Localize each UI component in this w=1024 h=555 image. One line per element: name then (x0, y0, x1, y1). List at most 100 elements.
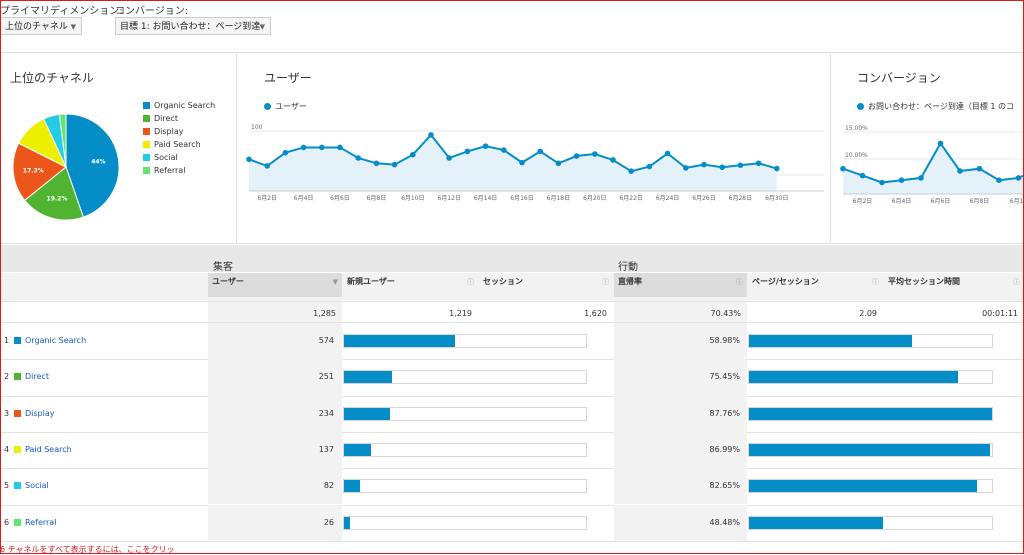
legend-label: Display (154, 127, 184, 136)
column-header[interactable]: 新規ユーザー ⓘ (343, 273, 478, 297)
data-point[interactable] (300, 144, 307, 151)
conversion-label: コンバージョン: (115, 6, 189, 17)
info-icon: ⓘ (872, 278, 879, 286)
users-bar (343, 406, 587, 421)
data-point[interactable] (264, 163, 270, 169)
data-point[interactable] (537, 148, 543, 155)
bounce-rate-value: 48.48% (709, 517, 740, 527)
info-icon: ⓘ (602, 278, 609, 286)
data-point[interactable] (501, 147, 507, 153)
legend-swatch (143, 115, 150, 122)
column-header-label: セッション (483, 277, 523, 286)
data-point[interactable] (319, 144, 325, 151)
pie-label: 17.3% (23, 168, 44, 175)
bounce-bar (748, 515, 993, 530)
row-number: 6 (4, 517, 10, 527)
data-point[interactable] (592, 151, 598, 157)
data-point[interactable] (373, 160, 380, 167)
data-point[interactable] (976, 165, 983, 172)
sort-desc-icon: ▼ (332, 278, 338, 286)
data-point[interactable] (840, 165, 846, 172)
legend-item: Social (143, 151, 215, 164)
channel-link[interactable]: Referral (25, 514, 56, 532)
column-header-label: 直帰率 (618, 277, 642, 286)
show-all-channels-link[interactable]: 6 チャネルをすべて表示するには、ここをクリッ (0, 544, 175, 555)
total-value: 1,219 (343, 302, 478, 322)
data-point[interactable] (937, 140, 944, 147)
x-tick-label: 6月12日 (437, 195, 460, 202)
x-tick-label: 6月8日 (970, 198, 990, 205)
data-point[interactable] (282, 149, 289, 156)
channel-link[interactable]: Paid Search (25, 441, 72, 459)
channel-dropdown[interactable]: 上位のチャネル ▼ (0, 17, 82, 35)
column-header[interactable]: 直帰率 ⓘ (614, 273, 747, 297)
chevron-down-icon: ▼ (259, 23, 265, 31)
channel-color-swatch (14, 445, 21, 453)
y-tick-label: 100 (251, 124, 263, 131)
data-point[interactable] (957, 168, 963, 174)
legend-dot-icon (264, 103, 271, 110)
data-point[interactable] (355, 155, 361, 161)
data-point[interactable] (859, 172, 866, 179)
conversions-chart: 15.00%10.00%5.00%6月2日6月4日6月6日6月8日6月10 (840, 125, 1024, 205)
column-header[interactable]: 平均セッション時間 ⓘ (884, 273, 1024, 297)
users-bar (343, 515, 587, 530)
conversions-legend: お問い合わせ：ページ到達（目標 1 のコ (857, 101, 1014, 112)
legend-label: Paid Search (154, 140, 201, 149)
channel-link[interactable]: Social (25, 477, 49, 495)
users-value: 251 (318, 372, 334, 382)
channel-link[interactable]: Organic Search (25, 332, 86, 350)
data-point[interactable] (646, 163, 653, 170)
users-bar-fill (344, 371, 393, 384)
data-point[interactable] (555, 160, 562, 167)
data-point[interactable] (428, 132, 434, 138)
legend-item: Display (143, 125, 215, 138)
data-point[interactable] (737, 162, 744, 169)
data-point[interactable] (337, 144, 343, 151)
data-point[interactable] (573, 153, 580, 159)
users-value: 137 (318, 444, 334, 454)
data-point[interactable] (464, 148, 471, 155)
data-point[interactable] (610, 157, 616, 163)
data-point[interactable] (898, 177, 905, 183)
total-value: 2.09 (748, 302, 883, 322)
bounce-bar (748, 479, 993, 494)
data-point[interactable] (755, 160, 762, 167)
x-tick-label: 6月6日 (330, 195, 350, 202)
x-tick-label: 6月26日 (692, 195, 715, 202)
data-point[interactable] (519, 159, 525, 166)
column-header[interactable]: ページ/セッション ⓘ (748, 273, 883, 297)
column-header-label: ページ/セッション (752, 277, 819, 286)
row-number: 5 (4, 481, 10, 491)
data-point[interactable] (482, 143, 489, 149)
data-point[interactable] (774, 165, 780, 172)
data-point[interactable] (246, 156, 252, 163)
bounce-bar-fill (749, 516, 883, 529)
channel-link[interactable]: Display (25, 405, 55, 423)
row-number: 3 (4, 408, 10, 418)
channel-link[interactable]: Direct (25, 368, 49, 386)
data-point[interactable] (996, 177, 1002, 183)
data-point[interactable] (879, 179, 885, 186)
data-point[interactable] (391, 161, 398, 168)
divider (0, 359, 1024, 361)
data-point[interactable] (446, 155, 452, 161)
area-fill (249, 134, 777, 191)
data-point[interactable] (664, 150, 671, 157)
data-point[interactable] (410, 151, 416, 158)
column-header[interactable]: セッション ⓘ (479, 273, 613, 297)
data-point[interactable] (719, 164, 725, 171)
data-point[interactable] (918, 175, 924, 181)
legend-label: Direct (154, 114, 178, 123)
data-point[interactable] (701, 161, 707, 168)
data-point[interactable] (628, 168, 634, 174)
data-point[interactable] (1015, 175, 1022, 181)
legend-swatch (143, 128, 150, 135)
divider (0, 504, 1024, 506)
goal-dropdown[interactable]: 目標 1: お問い合わせ：ページ到達 ▼ (115, 17, 271, 35)
column-header-label: ユーザー (212, 277, 244, 286)
users-bar-fill (344, 480, 360, 493)
users-title: ユーザー (264, 71, 312, 85)
data-point[interactable] (683, 165, 689, 171)
column-header[interactable]: ユーザー ▼ (208, 273, 342, 297)
